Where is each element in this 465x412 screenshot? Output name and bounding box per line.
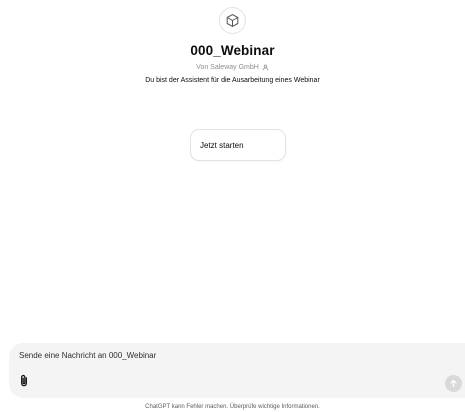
conversation-starter-button[interactable]: Jetzt starten (190, 129, 286, 161)
person-icon (262, 64, 269, 71)
message-input-placeholder: Sende eine Nachricht an 000_Webinar (19, 351, 157, 360)
disclaimer-text: ChatGPT kann Fehler machen. Überprüfe wi… (145, 404, 320, 410)
conversation-starter-label: Jetzt starten (200, 141, 244, 150)
attach-file-button[interactable] (17, 374, 31, 392)
paperclip-icon (19, 374, 29, 392)
arrow-up-icon (449, 375, 458, 393)
send-button[interactable] (445, 375, 462, 392)
message-input[interactable]: Sende eine Nachricht an 000_Webinar (19, 343, 419, 367)
gpt-description: Du bist der Assistent für die Ausarbeitu… (145, 77, 320, 84)
cube-icon (219, 7, 246, 34)
gpt-header: 000_Webinar Von Saleway GmbH Du bist der… (0, 0, 465, 84)
message-composer: Sende eine Nachricht an 000_Webinar (9, 343, 465, 398)
gpt-title: 000_Webinar (190, 43, 275, 58)
gpt-author[interactable]: Von Saleway GmbH (196, 64, 269, 71)
gpt-author-label: Von Saleway GmbH (196, 64, 259, 71)
